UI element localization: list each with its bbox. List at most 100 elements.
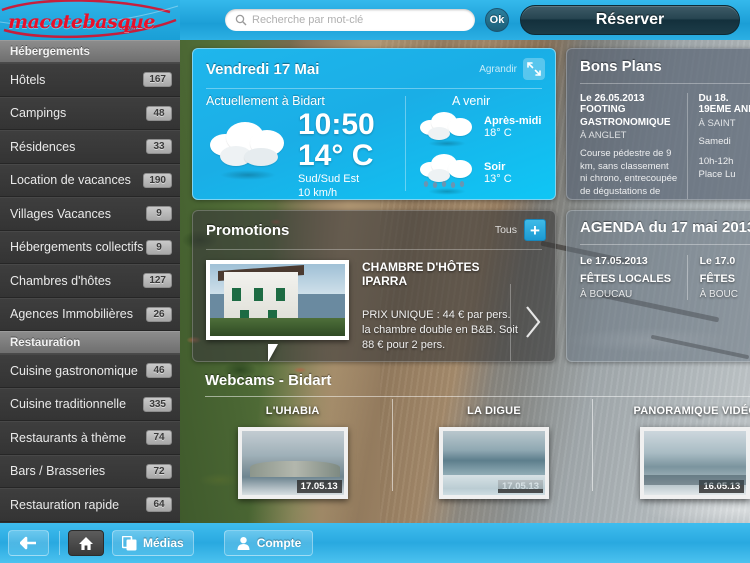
sidebar-item-label: Cuisine traditionnelle — [10, 397, 127, 412]
sidebar-item-count: 46 — [146, 363, 172, 379]
weather-time: 10:50 — [298, 108, 375, 141]
sidebar-item-count: 167 — [143, 72, 172, 88]
forecast-label: Après-midi — [484, 115, 542, 127]
back-button[interactable] — [8, 530, 49, 556]
current-weather-cloud-icon — [206, 116, 292, 180]
webcams-section: Webcams - Bidart L'UHABIA 17.05.13 LA DI… — [192, 372, 750, 517]
toolbar-separator — [59, 531, 60, 555]
weather-wind-speed: 10 km/h — [298, 187, 338, 199]
back-arrow-icon — [20, 536, 36, 550]
weather-panel: Vendredi 17 Mai Agrandir Actuellement à … — [192, 48, 556, 200]
sidebar-item-restauration-rapide[interactable]: Restauration rapide 64 — [0, 488, 180, 522]
sidebar-item-campings[interactable]: Campings 48 — [0, 96, 180, 130]
search-box[interactable] — [225, 9, 475, 31]
forecast-label: Soir — [484, 161, 506, 173]
promotions-add-button[interactable]: + — [524, 219, 546, 241]
search-ok-button[interactable]: Ok — [485, 8, 509, 32]
webcam-item[interactable]: LA DIGUE 17.05.13 — [393, 405, 594, 499]
sidebar-item-location-de-vacances[interactable]: Location de vacances 190 — [0, 163, 180, 197]
sidebar-item-chambres-d-h-tes[interactable]: Chambres d'hôtes 127 — [0, 264, 180, 298]
medias-button[interactable]: Médias — [112, 530, 194, 556]
entry-title: FÊTES — [699, 273, 736, 285]
promotions-panel: Promotions Tous + Offre Promo — [192, 210, 556, 362]
sidebar-item-label: Restaurants à thème — [10, 430, 127, 445]
sidebar-item-cuisine-traditionnelle[interactable]: Cuisine traditionnelle 335 — [0, 387, 180, 421]
webcam-date: 17.05.13 — [296, 480, 342, 493]
home-button[interactable] — [68, 530, 104, 556]
sidebar-item-label: Hébergements collectifs — [10, 240, 144, 255]
photo-shutter — [254, 288, 263, 301]
entry-description: Samedi — [698, 135, 731, 147]
sidebar-item-count: 9 — [146, 206, 172, 222]
webcam-item[interactable]: L'UHABIA 17.05.13 — [192, 405, 393, 499]
promotion-offer-label: Offre Promo — [206, 360, 354, 361]
cloud-shadow — [428, 140, 466, 147]
sidebar-item-count: 335 — [143, 396, 172, 412]
agenda-entry[interactable]: Le 17.05.2013 FÊTES LOCALES À BOUCAU — [580, 255, 687, 300]
sidebar-item-count: 64 — [146, 497, 172, 513]
bons-plans-title: Bons Plans — [580, 58, 662, 75]
sidebar-item-agences-immobili-res[interactable]: Agences Immobilières 26 — [0, 297, 180, 331]
sidebar-item-label: Cuisine gastronomique — [10, 363, 138, 378]
entry-description-line2: Place Lu — [698, 168, 736, 180]
sidebar-item-restaurants-th-me[interactable]: Restaurants à thème 74 — [0, 421, 180, 455]
webcam-name: PANORAMIQUE VIDÉO — [633, 405, 750, 417]
entry-place: À BOUC — [699, 289, 738, 300]
entry-date: Le 17.05.2013 — [580, 255, 648, 267]
weather-expand-label: Agrandir — [479, 63, 517, 75]
weather-temperature: 14° C — [298, 139, 374, 172]
sidebar-item-label: Résidences — [10, 139, 76, 154]
search-input[interactable] — [252, 14, 465, 26]
sidebar-item-label: Chambres d'hôtes — [10, 273, 112, 288]
entry-place: À ANGLET — [580, 130, 627, 141]
account-button[interactable]: Compte — [223, 530, 314, 556]
sidebar-section-header: Hébergements — [0, 40, 180, 63]
agenda-entry[interactable]: Le 17.0 FÊTES À BOUC — [686, 255, 750, 300]
entry-title: FÊTES LOCALES — [580, 273, 672, 285]
webcams-title: Webcams - Bidart — [205, 372, 332, 389]
forecast-temp: 18° C — [484, 127, 512, 139]
promotion-photo — [206, 260, 349, 340]
sidebar-item-r-sidences[interactable]: Résidences 33 — [0, 130, 180, 164]
logo-suffix: .com — [120, 25, 137, 32]
weather-vertical-divider — [405, 96, 406, 191]
sidebar-item-bars-brasseries[interactable]: Bars / Brasseries 72 — [0, 454, 180, 488]
media-stack-icon — [122, 535, 137, 551]
sidebar-item-label: Villages Vacances — [10, 206, 111, 221]
user-icon — [236, 536, 251, 551]
promotion-thumbnail-wrap[interactable]: Offre Promo 88 € — [206, 260, 354, 361]
sidebar-item-cuisine-gastronomique[interactable]: Cuisine gastronomique 46 — [0, 354, 180, 388]
promotions-all-label[interactable]: Tous — [495, 224, 517, 236]
bons-plans-entry[interactable]: Le 26.05.2013 FOOTING GASTRONOMIQUE À AN… — [580, 93, 687, 199]
reserve-button[interactable]: Réserver — [520, 5, 740, 35]
sidebar-item-villages-vacances[interactable]: Villages Vacances 9 — [0, 197, 180, 231]
account-label: Compte — [256, 536, 302, 550]
logo[interactable]: macotebasque .com — [0, 0, 180, 40]
app-root: macotebasque .com Hébergements Hôtels 167 C… — [0, 0, 750, 563]
webcam-thumbnail[interactable]: 16.05.13 — [640, 427, 750, 499]
evening-rain-cloud-icon — [418, 154, 476, 195]
promotions-title: Promotions — [206, 221, 290, 239]
webcam-item[interactable]: PANORAMIQUE VIDÉO 16.05.13 — [595, 405, 750, 499]
webcam-name: L'UHABIA — [265, 405, 320, 417]
sidebar-item-label: Location de vacances — [10, 173, 131, 188]
webcam-thumbnail[interactable]: 17.05.13 — [237, 427, 348, 499]
sidebar-item-h-bergements-collectifs[interactable]: Hébergements collectifs 9 — [0, 230, 180, 264]
entry-title: 19EME ANDAI — [698, 104, 750, 115]
promotions-next-arrow-icon[interactable] — [525, 305, 541, 339]
topbar: Ok Réserver — [180, 0, 750, 40]
webcam-thumbnail[interactable]: 17.05.13 — [438, 427, 549, 499]
photo-shutter — [276, 288, 285, 301]
afternoon-cloud-icon — [418, 110, 476, 147]
entry-date: Le 17.0 — [699, 255, 736, 267]
sidebar-item-count: 9 — [146, 239, 172, 255]
forecast-temp: 13° C — [484, 173, 512, 185]
weather-date: Vendredi 17 Mai — [206, 60, 320, 78]
sidebar-section-header: Restauration — [0, 331, 180, 354]
bons-plans-entry[interactable]: Du 18. 19EME ANDAI À SAINT Samedi 10h-12… — [686, 93, 750, 199]
webcam-name: LA DIGUE — [467, 405, 521, 417]
expand-icon[interactable] — [523, 58, 545, 80]
sidebar-nav: Hébergements Hôtels 167 Campings 48 Résidence… — [0, 40, 180, 522]
sidebar-item-h-tels[interactable]: Hôtels 167 — [0, 63, 180, 97]
sidebar-item-count: 190 — [143, 172, 172, 188]
